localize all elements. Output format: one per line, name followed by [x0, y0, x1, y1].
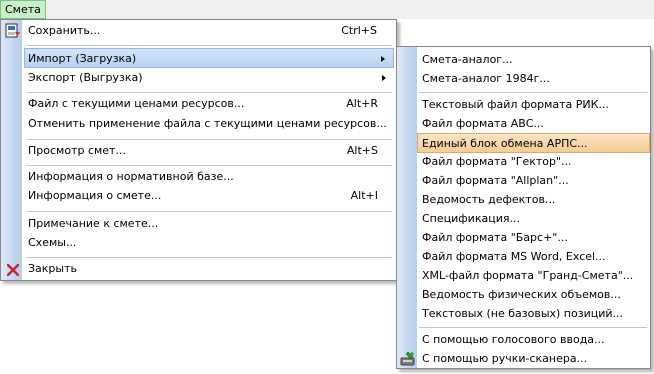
menu-item-shortcut: Alt+S	[346, 144, 378, 157]
menu-item-import[interactable]: Импорт (Загрузка)	[24, 48, 394, 68]
menu-item-shortcut: Alt+R	[346, 97, 378, 110]
menu-item-label: Файл формата АВС...	[422, 117, 544, 130]
menu-item-label: Файл формата "Allplan"...	[422, 174, 569, 187]
smeta-dropdown-menu: Сохранить... Ctrl+S Импорт (Загрузка) Эк…	[0, 19, 397, 281]
menubar: Смета	[0, 0, 654, 19]
menu-item-label: Смета-аналог 1984г...	[422, 72, 550, 85]
submenu-item-bars-file[interactable]: Файл формата "Барс+"...	[417, 228, 649, 248]
menu-separator	[26, 211, 392, 212]
submenu-item-allplan-file[interactable]: Файл формата "Allplan"...	[417, 171, 649, 191]
submenu-item-rik-text-file[interactable]: Текстовый файл формата РИК...	[417, 95, 649, 115]
menu-item-label: Сохранить...	[28, 24, 101, 37]
menu-separator	[26, 165, 392, 166]
menu-item-label: Файл формата "Гектор"...	[422, 155, 572, 168]
menu-item-close[interactable]: Закрыть	[4, 259, 393, 279]
menu-item-shortcut: Ctrl+S	[341, 24, 377, 37]
submenu-item-hector-file[interactable]: Файл формата "Гектор"...	[417, 152, 649, 172]
menubar-item-label: Смета	[5, 3, 41, 16]
menu-item-label: Спецификация...	[422, 212, 520, 225]
menu-item-label: XML-файл формата "Гранд-Смета"...	[422, 269, 634, 282]
save-icon	[5, 23, 21, 46]
submenu-item-specification[interactable]: Спецификация...	[417, 209, 649, 229]
submenu-arrow-icon	[381, 56, 385, 62]
menu-item-view-estimates[interactable]: Просмотр смет... Alt+S	[24, 141, 394, 161]
menu-item-shortcut: Alt+I	[350, 189, 378, 202]
menu-item-label: Файл формата MS Word, Excel...	[422, 250, 606, 263]
menu-item-label: Просмотр смет...	[28, 144, 126, 157]
scanner-pen-icon	[400, 351, 416, 374]
menu-item-label: Отменить применение файла с текущими цен…	[28, 117, 387, 130]
menu-item-estimate-note[interactable]: Примечание к смете...	[24, 214, 394, 234]
menu-item-label: Ведомость физических объемов...	[422, 288, 621, 301]
menu-item-normative-base-info[interactable]: Информация о нормативной базе...	[24, 167, 394, 187]
menu-item-label: С помощью голосового ввода...	[422, 333, 605, 346]
submenu-item-word-excel-file[interactable]: Файл формата MS Word, Excel...	[417, 247, 649, 267]
menu-item-label: Ведомость дефектов...	[422, 193, 556, 206]
menu-separator	[26, 45, 392, 46]
menu-item-label: Файл с текущими ценами ресурсов...	[28, 97, 245, 110]
submenu-item-physical-volumes[interactable]: Ведомость физических объемов...	[417, 285, 649, 305]
submenu-item-abc-file[interactable]: Файл формата АВС...	[417, 114, 649, 134]
menu-item-label: Информация о нормативной базе...	[28, 170, 234, 183]
menu-item-price-file[interactable]: Файл с текущими ценами ресурсов... Alt+R	[24, 94, 394, 114]
submenu-item-arps-block[interactable]: Единый блок обмена АРПС...	[417, 133, 650, 153]
menu-separator	[26, 257, 392, 258]
submenu-item-scanner-pen[interactable]: С помощью ручки-сканера...	[399, 349, 649, 369]
menu-item-label: Текстовый файл формата РИК...	[422, 98, 609, 111]
menubar-item-smeta[interactable]: Смета	[0, 0, 46, 19]
menu-separator	[419, 92, 647, 93]
menu-item-label: Импорт (Загрузка)	[28, 52, 137, 65]
submenu-item-analog-estimate[interactable]: Смета-аналог...	[417, 50, 649, 70]
menu-item-label: Закрыть	[28, 262, 77, 275]
menu-item-estimate-info[interactable]: Информация о смете... Alt+I	[24, 186, 394, 206]
menu-separator	[26, 139, 392, 140]
menu-item-save[interactable]: Сохранить... Ctrl+S	[4, 21, 393, 41]
import-submenu: Смета-аналог... Смета-аналог 1984г... Те…	[396, 46, 651, 369]
menu-item-label: Единый блок обмена АРПС...	[422, 137, 588, 150]
menu-icon-rail	[1, 20, 22, 280]
menu-item-cancel-price-file[interactable]: Отменить применение файла с текущими цен…	[24, 114, 394, 134]
submenu-item-defects-list[interactable]: Ведомость дефектов...	[417, 190, 649, 210]
menu-separator	[419, 327, 647, 328]
close-x-icon	[6, 263, 20, 283]
menu-item-label: Информация о смете...	[28, 189, 162, 202]
menu-item-label: Схемы...	[28, 236, 77, 249]
menu-icon-rail	[397, 47, 417, 368]
menu-item-label: Примечание к смете...	[28, 217, 159, 230]
menu-item-label: Смета-аналог...	[422, 53, 513, 66]
menu-item-label: Текстовых (не базовых) позиций...	[422, 307, 624, 320]
menu-item-export[interactable]: Экспорт (Выгрузка)	[24, 68, 394, 88]
submenu-item-grand-smeta-xml[interactable]: XML-файл формата "Гранд-Смета"...	[417, 266, 649, 286]
menu-item-schemes[interactable]: Схемы...	[24, 233, 394, 253]
menu-separator	[26, 92, 392, 93]
menu-item-label: Экспорт (Выгрузка)	[28, 71, 143, 84]
menu-item-label: С помощью ручки-сканера...	[422, 352, 588, 365]
submenu-item-analog-estimate-1984[interactable]: Смета-аналог 1984г...	[417, 69, 649, 89]
submenu-arrow-icon	[382, 75, 386, 81]
submenu-item-text-positions[interactable]: Текстовых (не базовых) позиций...	[417, 304, 649, 324]
submenu-item-voice-input[interactable]: С помощью голосового ввода...	[417, 330, 649, 350]
menu-item-label: Файл формата "Барс+"...	[422, 231, 568, 244]
